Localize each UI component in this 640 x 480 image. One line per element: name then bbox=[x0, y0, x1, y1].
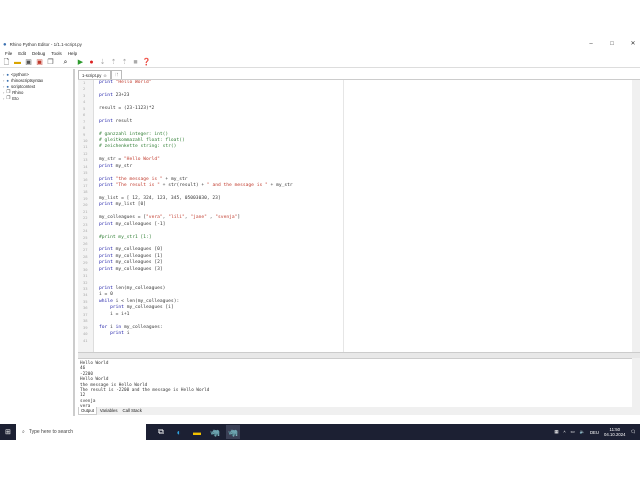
editor-tabs: 1-script.py ⊗ 🗋 bbox=[78, 70, 640, 80]
object-tree-panel: › ● <python> › ● rhinoscriptsyntax › ● scriptc… bbox=[0, 69, 75, 416]
find-icon[interactable]: ⌕ bbox=[61, 58, 70, 67]
minimize-button[interactable]: – bbox=[584, 40, 598, 49]
line-number: 41 bbox=[83, 337, 88, 343]
system-tray: ▦ ^ ▭ 🔈 DEU 11:50 04.10.2024 🗨 bbox=[554, 424, 636, 440]
break-icon[interactable]: ■ bbox=[131, 58, 140, 67]
tab-output[interactable]: Output bbox=[78, 407, 97, 415]
taskbar-search[interactable]: ⌕ Type here to search bbox=[16, 424, 146, 440]
step-into-icon[interactable]: ⇣ bbox=[98, 58, 107, 67]
keyboard-icon[interactable]: ▦ bbox=[554, 429, 558, 435]
code-editor[interactable]: 1 2 3 4 5 6 7 8 9 10 11 12 13 14 15 16 17 18 19 20 21 22 23 24 2… bbox=[78, 80, 632, 352]
help-icon[interactable]: ❓ bbox=[142, 58, 151, 67]
margin-line bbox=[343, 80, 344, 352]
file-explorer-icon[interactable]: ▬ bbox=[190, 425, 204, 439]
edge-icon[interactable]: ◐ bbox=[172, 425, 186, 439]
title-bar: ● Rhino Python Editor - 1/1.1-script.py … bbox=[0, 40, 640, 49]
search-icon: ⌕ bbox=[22, 429, 25, 435]
python-icon: ● bbox=[6, 83, 9, 89]
maximize-button[interactable]: □ bbox=[605, 40, 619, 49]
window-title: Rhino Python Editor - 1/1.1-script.py bbox=[9, 42, 82, 47]
tab-variables[interactable]: Variables bbox=[98, 407, 120, 415]
menu-help[interactable]: Help bbox=[68, 51, 77, 56]
notifications-icon[interactable]: 🗨 bbox=[631, 429, 636, 435]
output-scrollbar[interactable] bbox=[632, 358, 640, 407]
close-tab-icon[interactable]: ⊗ bbox=[103, 73, 107, 78]
volume-icon[interactable]: 🔈 bbox=[580, 429, 585, 435]
rhino-icon[interactable]: 🦏 bbox=[226, 425, 240, 439]
windows-start-icon[interactable]: ⊞ bbox=[5, 428, 11, 436]
new-file-icon[interactable]: 🗋 bbox=[2, 58, 11, 67]
menu-tools[interactable]: Tools bbox=[51, 51, 62, 56]
python-icon: ● bbox=[6, 71, 9, 77]
code-line[interactable] bbox=[99, 338, 293, 344]
line-numbers: 1 2 3 4 5 6 7 8 9 10 11 12 13 14 15 16 17 18 19 20 21 22 23 24 2… bbox=[78, 80, 94, 352]
toolbar: 🗋 ▬ ▣ ▣ ❐ ⌕ ▶ ● ⇣ ⇡ ⇡ ■ ❓ bbox=[0, 57, 640, 68]
close-button[interactable]: ✕ bbox=[626, 40, 640, 49]
menu-bar: File Edit Debug Tools Help bbox=[0, 49, 640, 57]
task-view-icon[interactable]: ⧉ bbox=[154, 425, 168, 439]
network-icon[interactable]: ▭ bbox=[571, 429, 575, 435]
output-panel: Hello World 46 -2200 Hello World the message… bbox=[78, 358, 632, 409]
code-content[interactable]: print "Hello World" print 23+23 result = (… bbox=[99, 80, 293, 344]
tree-item[interactable]: › ❐ Eto bbox=[0, 95, 73, 101]
namespace-icon: ❐ bbox=[6, 95, 11, 100]
editor-vertical-scrollbar[interactable] bbox=[632, 80, 640, 352]
tab-call-stack[interactable]: Call Stack bbox=[121, 407, 144, 415]
new-tab-icon: 🗋 bbox=[114, 71, 119, 77]
new-tab-button[interactable]: 🗋 bbox=[110, 70, 123, 79]
taskbar: ⊞ ⌕ Type here to search ⧉ ◐ ▬ 🦏 🦏 ▦ ^ ▭ 🔈… bbox=[0, 424, 640, 440]
language-indicator[interactable]: DEU bbox=[590, 430, 599, 435]
save-icon[interactable]: ▣ bbox=[24, 58, 33, 67]
menu-debug[interactable]: Debug bbox=[32, 51, 45, 56]
tab-script[interactable]: 1-script.py ⊗ bbox=[78, 70, 111, 79]
menu-file[interactable]: File bbox=[5, 51, 12, 56]
menu-edit[interactable]: Edit bbox=[18, 51, 26, 56]
save-as-icon[interactable]: ▣ bbox=[35, 58, 44, 67]
step-out-icon[interactable]: ⇡ bbox=[120, 58, 129, 67]
output-tabs: Output Variables Call Stack bbox=[78, 407, 640, 415]
python-icon: ● bbox=[6, 77, 9, 83]
open-folder-icon[interactable]: ▬ bbox=[13, 58, 22, 67]
chevron-up-icon[interactable]: ^ bbox=[563, 430, 565, 435]
save-all-icon[interactable]: ❐ bbox=[46, 58, 55, 67]
step-over-icon[interactable]: ⇡ bbox=[109, 58, 118, 67]
stop-icon[interactable]: ● bbox=[87, 58, 96, 67]
clock[interactable]: 11:50 04.10.2024 bbox=[604, 427, 626, 437]
python-logo-icon: ● bbox=[3, 41, 7, 48]
rhino-icon[interactable]: 🦏 bbox=[208, 425, 222, 439]
run-icon[interactable]: ▶ bbox=[76, 58, 85, 67]
